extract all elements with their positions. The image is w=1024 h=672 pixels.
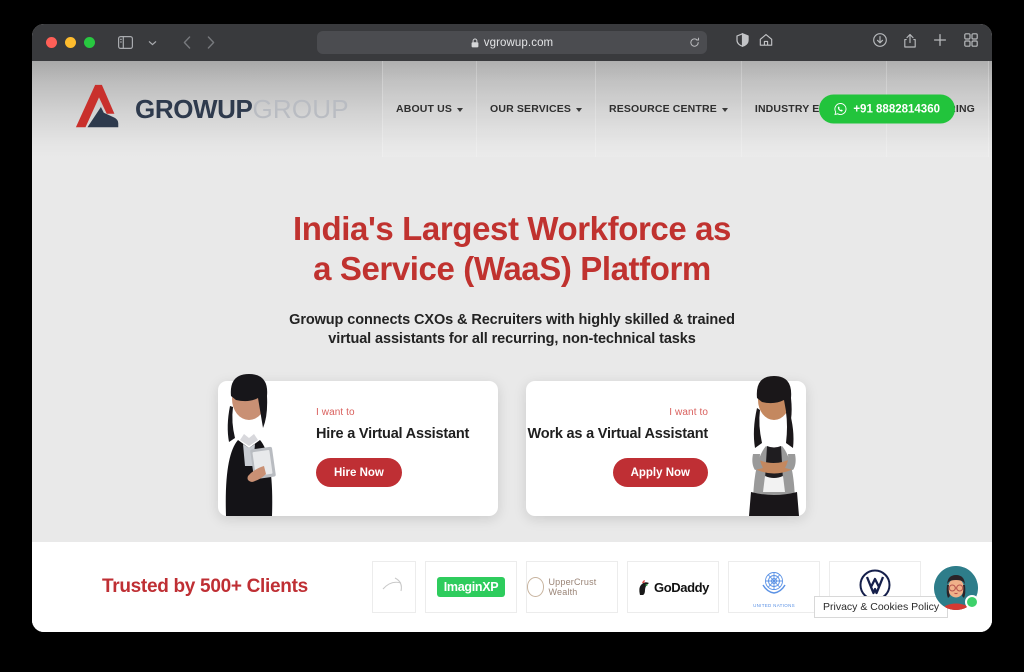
united-nations-caption: UNITED NATIONS — [753, 602, 795, 608]
businesswoman-with-clipboard-image — [202, 366, 297, 517]
forward-arrow-icon[interactable] — [200, 32, 222, 54]
nav-label: OUR SERVICES — [490, 103, 572, 115]
cta-cards: I want to Hire a Virtual Assistant Hire … — [32, 374, 992, 517]
growup-logo-icon — [72, 81, 126, 138]
browser-toolbar: vgrowup.com — [32, 24, 992, 61]
hire-va-card-body: I want to Hire a Virtual Assistant Hire … — [316, 407, 470, 488]
nav-item-resource-centre[interactable]: RESOURCE CENTRE — [595, 61, 741, 157]
online-status-dot — [965, 595, 979, 609]
chevron-down-icon[interactable] — [140, 32, 164, 54]
imaginxp-logo-icon: ImaginXP — [436, 577, 506, 597]
window-controls — [46, 37, 95, 48]
whatsapp-phone-button[interactable]: +91 8882814360 — [819, 94, 955, 124]
subtitle-line-2: virtual assistants for all recurring, no… — [328, 330, 696, 347]
chat-widget-button[interactable] — [934, 566, 979, 610]
apply-now-button[interactable]: Apply Now — [612, 458, 708, 488]
nav-label: RESOURCE CENTRE — [609, 103, 717, 115]
nav-label: ABOUT US — [396, 103, 453, 115]
card-eyebrow: I want to — [669, 407, 708, 419]
share-icon[interactable] — [904, 33, 916, 53]
chevron-down-icon — [457, 107, 464, 112]
logo-secondary-text: GROUP — [252, 93, 349, 124]
trusted-by-title: Trusted by 500+ Clients — [102, 576, 308, 597]
maximize-window-button[interactable] — [84, 37, 95, 48]
plus-icon[interactable] — [933, 33, 947, 52]
reload-icon[interactable] — [689, 37, 700, 48]
chevron-down-icon — [721, 107, 728, 112]
privacy-cookies-policy-tooltip[interactable]: Privacy & Cookies Policy — [814, 596, 949, 618]
woman-in-cardigan-image — [727, 366, 822, 517]
logo-wordmark: GROWUPGROUP — [135, 94, 349, 125]
whatsapp-icon — [834, 103, 847, 116]
sidebar-controls — [113, 32, 164, 54]
client-logo-uppercrust: UpperCrust Wealth — [526, 561, 618, 613]
page-title: India's Largest Workforce as a Service (… — [32, 209, 992, 290]
subtitle-line-1: Growup connects CXOs & Recruiters with h… — [289, 311, 735, 328]
address-bar[interactable]: vgrowup.com — [317, 31, 707, 54]
partial-logo-icon — [381, 575, 407, 600]
sidebar-icon[interactable] — [113, 32, 137, 54]
imaginxp-logo-text: ImaginXP — [436, 577, 506, 597]
client-logo-imaginxp: ImaginXP — [425, 561, 517, 613]
godaddy-logo-icon: GoDaddy — [637, 579, 709, 596]
work-as-va-card[interactable]: I want to Work as a Virtual Assistant Ap… — [526, 376, 806, 517]
trusted-by-section: Trusted by 500+ Clients ImaginXP UpperCr… — [32, 542, 992, 632]
close-window-button[interactable] — [46, 37, 57, 48]
page-content: GROWUPGROUP ABOUT US OUR SERVICES RESOUR… — [32, 61, 992, 632]
uppercrust-ring-icon — [527, 577, 545, 597]
home-icon[interactable] — [759, 33, 773, 52]
nav-item-about-us[interactable]: ABOUT US — [382, 61, 477, 157]
chevron-down-icon — [576, 107, 583, 112]
hire-now-button[interactable]: Hire Now — [316, 458, 402, 488]
site-logo[interactable]: GROWUPGROUP — [72, 81, 349, 138]
card-title: Work as a Virtual Assistant — [527, 426, 709, 443]
hero-section: India's Largest Workforce as a Service (… — [32, 157, 992, 349]
client-logo-partial — [372, 561, 416, 613]
lock-icon — [471, 38, 479, 48]
tab-overview-icon[interactable] — [964, 33, 978, 52]
minimize-window-button[interactable] — [65, 37, 76, 48]
client-logo-united-nations: UNITED NATIONS — [728, 561, 820, 613]
navigation-arrows — [176, 32, 222, 54]
browser-window: vgrowup.com GROWUPGROUP ABOUT US OUR SER… — [32, 24, 992, 632]
screen: vgrowup.com GROWUPGROUP ABOUT US OUR SER… — [0, 0, 1024, 672]
url-text: vgrowup.com — [483, 36, 554, 49]
logo-primary-text: GROWUP — [135, 93, 253, 124]
back-arrow-icon[interactable] — [176, 32, 198, 54]
headline-line-2: a Service (WaaS) Platform — [313, 250, 711, 288]
united-nations-logo-icon: UNITED NATIONS — [753, 567, 795, 608]
work-as-va-card-body: I want to Work as a Virtual Assistant Ap… — [527, 407, 709, 488]
uppercrust-wealth-logo-icon: UpperCrust Wealth — [527, 577, 617, 597]
card-eyebrow: I want to — [316, 407, 355, 419]
headline-line-1: India's Largest Workforce as — [292, 210, 732, 247]
nav-item-our-services[interactable]: OUR SERVICES — [476, 61, 596, 157]
whatsapp-phone-label: +91 8882814360 — [853, 103, 940, 115]
card-title: Hire a Virtual Assistant — [316, 426, 470, 443]
client-logo-godaddy: GoDaddy — [627, 561, 719, 613]
uppercrust-logo-text: UpperCrust Wealth — [548, 577, 597, 597]
godaddy-logo-text: GoDaddy — [654, 579, 709, 595]
downloads-icon[interactable] — [873, 33, 887, 52]
toolbar-right-actions — [873, 33, 978, 53]
hero-subtitle: Growup connects CXOs & Recruiters with h… — [32, 311, 992, 350]
hire-va-card[interactable]: I want to Hire a Virtual Assistant Hire … — [218, 374, 498, 517]
toolbar-page-actions — [736, 32, 773, 52]
reader-mode-icon[interactable] — [736, 32, 749, 52]
site-header: GROWUPGROUP ABOUT US OUR SERVICES RESOUR… — [32, 61, 992, 157]
